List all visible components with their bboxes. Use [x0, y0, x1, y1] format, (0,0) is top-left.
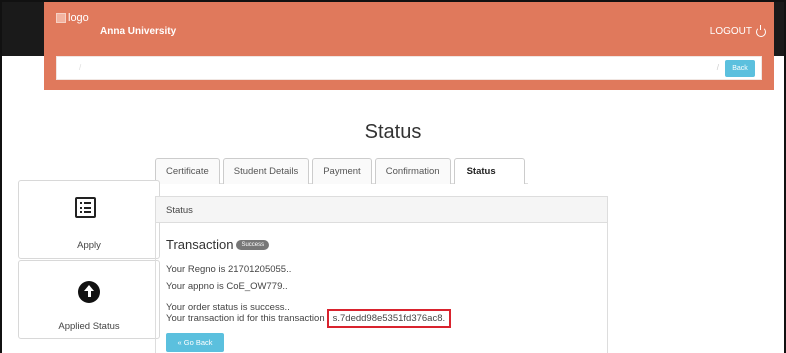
tab-student-details[interactable]: Student Details — [222, 158, 310, 184]
transaction-title: Transaction Success — [166, 237, 597, 252]
tab-bar: Certificate Student Details Payment Conf… — [155, 158, 528, 184]
transaction-label: Transaction — [166, 237, 234, 252]
logout-button[interactable]: LOGOUT — [709, 24, 766, 37]
list-icon-bar — [84, 206, 91, 209]
page-title: Status — [364, 121, 422, 143]
sidebar-item-applied-status[interactable]: Applied Status — [18, 260, 160, 339]
power-icon — [756, 24, 766, 37]
regno-line: Your Regno is 21701205055.. — [166, 264, 292, 275]
list-icon-bar — [84, 202, 91, 204]
tab-status[interactable]: Status — [453, 158, 525, 184]
broken-image-icon — [56, 13, 66, 23]
frame-dark-right — [774, 2, 784, 56]
transaction-id-prefix: Your transaction id for this transaction — [166, 313, 325, 324]
tab-certificate[interactable]: Certificate — [155, 158, 220, 184]
panel-heading: Status — [156, 197, 607, 223]
panel-body: Transaction Success Your Regno is 217012… — [156, 223, 607, 352]
frame-dark-left — [2, 2, 44, 56]
breadcrumb-path-right: / — [716, 63, 719, 72]
appno-line: Your appno is CoE_OW779.. — [166, 281, 288, 292]
logo-alt-text: logo — [68, 12, 89, 24]
sidebar-item-label: Apply — [77, 240, 101, 251]
list-icon-bar — [84, 211, 91, 213]
top-header: logo Anna University LOGOUT / / Back — [44, 2, 774, 90]
logo: logo — [56, 12, 89, 24]
list-icon-dot — [80, 206, 82, 209]
sidebar-item-label: Applied Status — [58, 321, 120, 332]
list-icon-dot — [80, 211, 82, 213]
back-button[interactable]: Back — [725, 60, 755, 77]
status-badge: Success — [236, 239, 270, 250]
brand-name[interactable]: Anna University — [100, 26, 176, 37]
transaction-id-line: Your transaction id for this transaction… — [166, 309, 597, 328]
sidebar-item-apply[interactable]: Apply — [18, 180, 160, 259]
breadcrumb: / / Back — [56, 56, 762, 80]
list-icon — [75, 197, 96, 218]
logout-label: LOGOUT — [709, 26, 752, 37]
tab-payment[interactable]: Payment — [312, 158, 372, 184]
transaction-id: s.7dedd98e5351fd376ac8. — [326, 309, 452, 328]
list-icon-dot — [80, 202, 82, 204]
status-panel: Status Transaction Success Your Regno is… — [155, 196, 608, 353]
breadcrumb-path[interactable]: / — [79, 63, 81, 72]
go-back-button[interactable]: « Go Back — [166, 333, 224, 352]
tab-confirmation[interactable]: Confirmation — [374, 158, 451, 184]
upload-circle-icon — [78, 281, 100, 303]
